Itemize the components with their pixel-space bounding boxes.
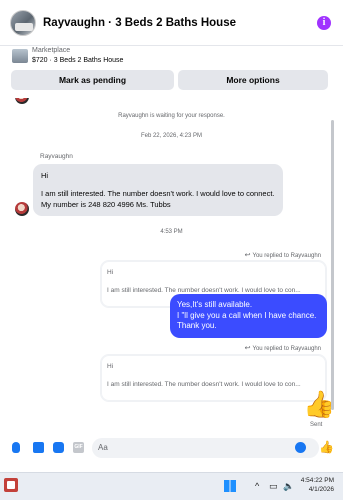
message-thread[interactable]: Rayvaughn is waiting for your response. …	[0, 98, 343, 436]
thumbs-up-icon[interactable]: 👍	[303, 388, 335, 420]
quote-line1: Hi	[107, 363, 114, 370]
gif-icon[interactable]: GIF	[73, 442, 84, 453]
more-options-button[interactable]: More options	[178, 70, 328, 90]
marketplace-banner: Marketplace $720 · 3 Beds 2 Baths House …	[0, 47, 343, 98]
timestamp: Feb 22, 2026, 4:23 PM	[140, 133, 203, 139]
mark-as-pending-button[interactable]: Mark as pending	[11, 70, 174, 90]
taskbar: ^ ▭ 🔈 4:54:22 PM 4/1/2026	[0, 472, 343, 500]
app-icon[interactable]	[4, 478, 18, 492]
outgoing-message-text: Yes,It's still available. I "ll give you …	[177, 300, 317, 330]
photo-icon[interactable]	[33, 442, 44, 453]
outgoing-message[interactable]: Yes,It's still available. I "ll give you …	[170, 294, 327, 338]
reply-arrow-icon: ↩	[244, 345, 251, 352]
timestamp: 4:53 PM	[160, 229, 183, 235]
volume-icon[interactable]: 🔈	[283, 481, 294, 492]
scrollbar[interactable]	[331, 120, 334, 410]
composer: GIF Aa 👍	[0, 436, 343, 460]
marketplace-label: Marketplace	[32, 47, 71, 54]
chat-header: Rayvaughn · 3 Beds 2 Baths House i	[0, 0, 343, 46]
sender-avatar	[15, 202, 29, 216]
sticker-icon[interactable]	[53, 442, 64, 453]
reply-note: ↩ You replied to Rayvaughn	[244, 345, 321, 352]
listing-thumbnail	[12, 49, 28, 63]
sender-avatar	[15, 98, 29, 104]
quote-line2: I am still interested. The number doesn'…	[107, 287, 301, 294]
incoming-message-line1: Hi	[41, 171, 49, 180]
like-button-icon[interactable]: 👍	[319, 440, 334, 454]
incoming-message-line2: I am still interested. The number doesn'…	[41, 189, 275, 209]
quote-line1: Hi	[107, 269, 114, 276]
message-status: Sent	[310, 422, 323, 428]
info-icon[interactable]: i	[317, 16, 331, 30]
chevron-up-icon[interactable]: ^	[255, 481, 259, 491]
windows-icon[interactable]	[224, 480, 236, 492]
chat-title[interactable]: Rayvaughn · 3 Beds 2 Baths House	[43, 17, 236, 29]
listing-title[interactable]: $720 · 3 Beds 2 Baths House	[32, 57, 123, 64]
clock-date: 4/1/2026	[308, 486, 334, 493]
avatar[interactable]	[10, 9, 36, 36]
quoted-message[interactable]: Hi I am still interested. The number doe…	[100, 354, 327, 402]
quote-line2: I am still interested. The number doesn'…	[107, 381, 301, 388]
emoji-icon[interactable]	[295, 442, 306, 453]
sender-name: Rayvaughn	[40, 153, 73, 160]
waiting-notice: Rayvaughn is waiting for your response.	[118, 113, 225, 119]
clock[interactable]: 4:54:22 PM 4/1/2026	[298, 476, 334, 494]
network-icon[interactable]: ▭	[269, 481, 278, 492]
clock-time: 4:54:22 PM	[300, 477, 334, 484]
microphone-icon[interactable]	[12, 442, 20, 453]
incoming-message[interactable]: Hi I am still interested. The number doe…	[33, 164, 283, 216]
reply-arrow-icon: ↩	[244, 252, 251, 259]
reply-note: ↩ You replied to Rayvaughn	[244, 252, 321, 259]
message-input[interactable]: Aa	[92, 438, 319, 458]
